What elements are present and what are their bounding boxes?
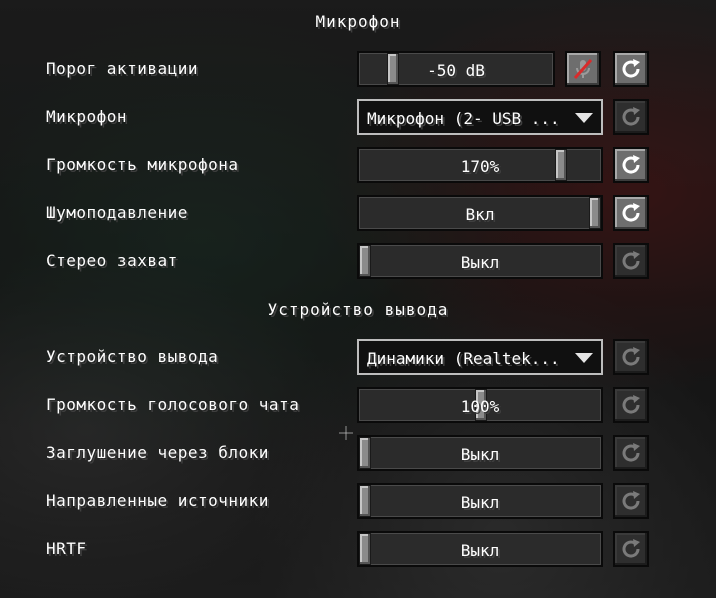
reset-button[interactable] [613,195,649,231]
block-occlusion-value: Выкл [460,445,500,464]
reset-button[interactable] [613,387,649,423]
reset-icon [622,539,640,558]
mic-volume-label: Громкость микрофона [46,155,239,174]
voice-volume-slider[interactable]: 100% [357,387,603,423]
hrtf-label: HRTF [46,539,87,558]
row-noise-suppression: Шумоподавление Вкл [0,195,716,231]
reset-icon [622,347,640,366]
row-block-occlusion: Заглушение через блоки Выкл [0,435,716,471]
microphone-dropdown[interactable]: Микрофон (2- USB ... [357,99,603,135]
directional-sources-value: Выкл [460,493,500,512]
noise-suppression-label: Шумоподавление [46,203,188,222]
noise-suppression-toggle[interactable]: Вкл [357,195,603,231]
row-mic-volume: Громкость микрофона 170% [0,147,716,183]
microphone-label: Микрофон [46,107,128,126]
hrtf-toggle[interactable]: Выкл [357,531,603,567]
microphone-selected: Микрофон (2- USB ... [367,109,560,128]
chevron-down-icon [575,353,593,363]
activation-threshold-label: Порог активации [46,59,198,78]
reset-button[interactable] [613,147,649,183]
row-microphone: Микрофон Микрофон (2- USB ... [0,99,716,135]
chevron-down-icon [575,113,593,123]
mute-microphone-button[interactable] [565,51,601,87]
block-occlusion-label: Заглушение через блоки [46,443,269,462]
stereo-capture-label: Стерео захват [46,251,178,270]
hrtf-value: Выкл [460,541,500,560]
activation-threshold-slider[interactable]: -50 dB [357,51,555,87]
row-hrtf: HRTF Выкл [0,531,716,567]
reset-icon [622,107,640,126]
reset-icon [622,443,640,462]
row-directional-sources: Направленные источники Выкл [0,483,716,519]
reset-icon [622,491,640,510]
block-occlusion-toggle[interactable]: Выкл [357,435,603,471]
directional-sources-label: Направленные источники [46,491,269,510]
stereo-capture-toggle[interactable]: Выкл [357,243,603,279]
reset-icon [622,203,640,222]
reset-button[interactable] [613,339,649,375]
reset-button[interactable] [613,435,649,471]
voice-volume-value: 100% [460,397,500,416]
row-voice-volume: Громкость голосового чата 100% [0,387,716,423]
row-activation-threshold: Порог активации -50 dB [0,51,716,87]
noise-suppression-value: Вкл [465,205,495,224]
activation-threshold-value: -50 dB [427,61,485,80]
reset-icon [622,251,640,270]
muted-microphone-icon [573,59,593,79]
mic-volume-value: 170% [460,157,500,176]
row-output-device: Устройство вывода Динамики (Realtek... [0,339,716,375]
reset-button[interactable] [613,531,649,567]
output-device-label: Устройство вывода [46,347,219,366]
row-stereo-capture: Стерео захват Выкл [0,243,716,279]
reset-button[interactable] [613,243,649,279]
reset-icon [622,395,640,414]
section-title-microphone: Микрофон [315,12,401,31]
output-device-dropdown[interactable]: Динамики (Realtek... [357,339,603,375]
mic-volume-slider[interactable]: 170% [357,147,603,183]
voice-volume-label: Громкость голосового чата [46,395,300,414]
reset-button[interactable] [613,99,649,135]
reset-button[interactable] [613,51,649,87]
reset-icon [622,59,640,78]
reset-icon [622,155,640,174]
stereo-capture-value: Выкл [460,253,500,272]
section-title-output-device: Устройство вывода [267,300,449,319]
directional-sources-toggle[interactable]: Выкл [357,483,603,519]
reset-button[interactable] [613,483,649,519]
output-device-selected: Динамики (Realtek... [367,349,560,368]
